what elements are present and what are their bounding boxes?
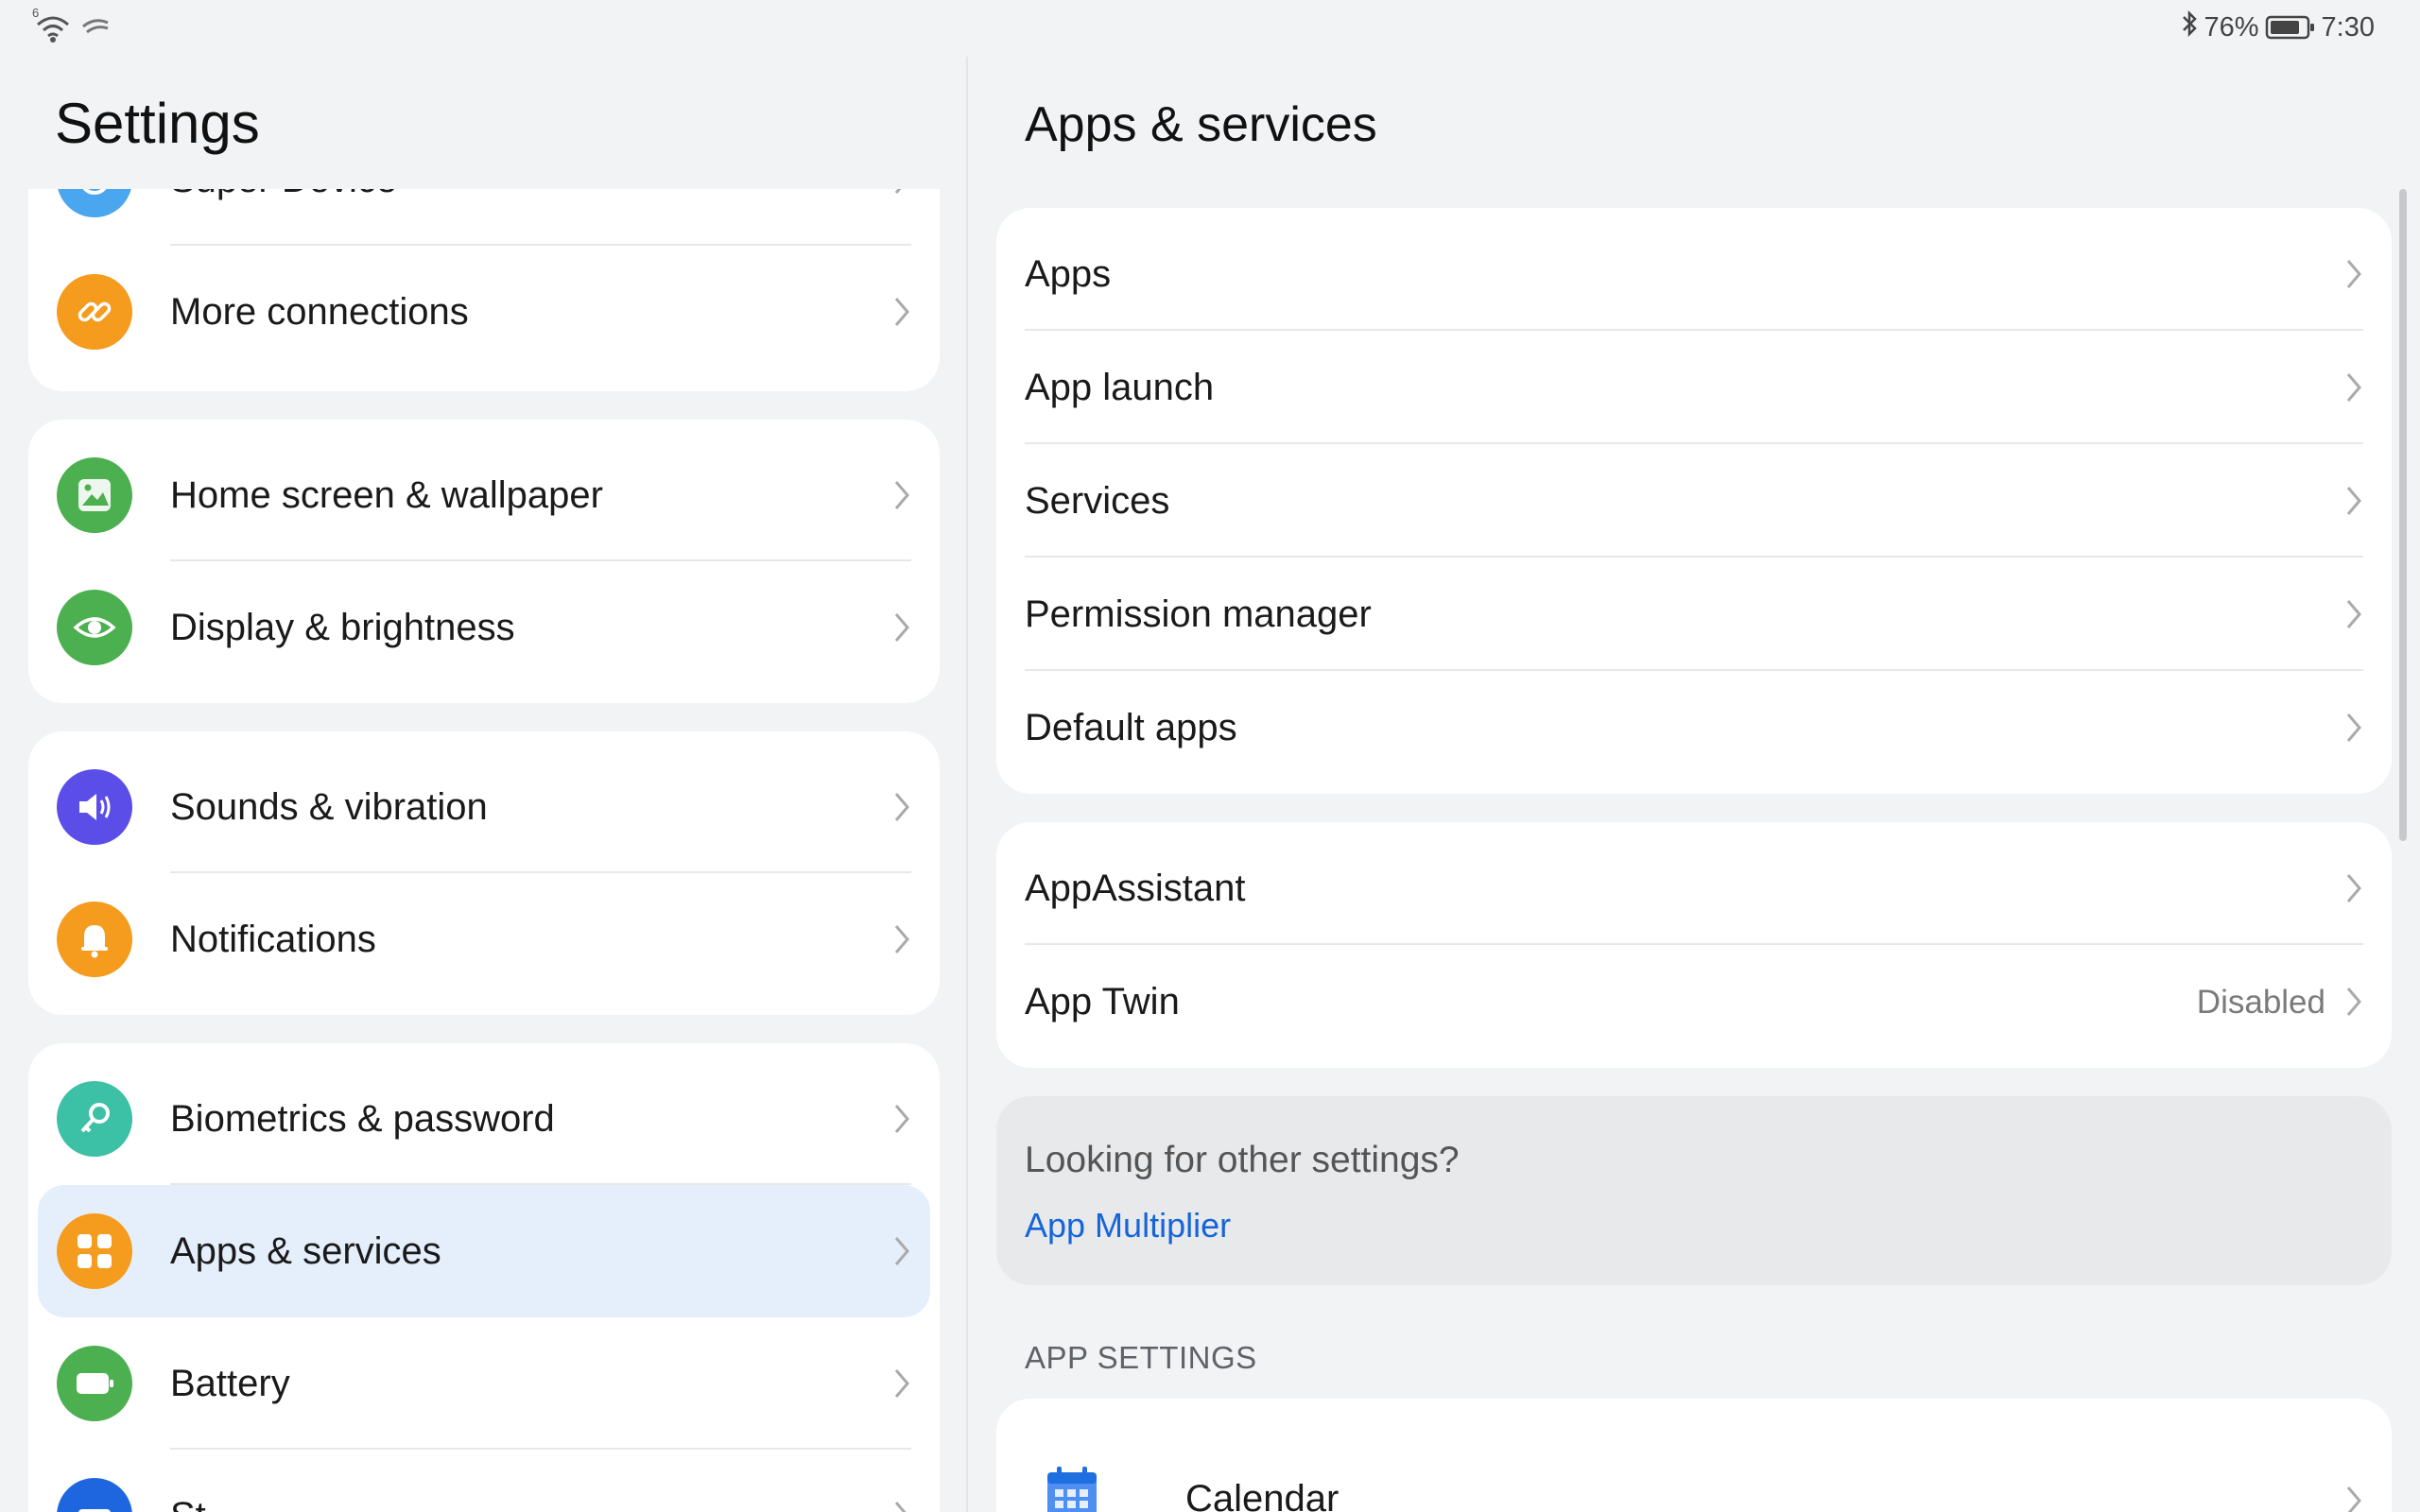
- row-label: Calendar: [1185, 1478, 1340, 1512]
- apps-services-pane: Apps & services Apps App launch Services…: [968, 57, 2420, 1512]
- eye-icon: [57, 590, 132, 665]
- speaker-icon: [57, 769, 132, 845]
- chevron-right-icon: [892, 790, 911, 829]
- app-settings-group: Calendar: [996, 1399, 2392, 1512]
- chevron-right-icon: [892, 1366, 911, 1405]
- sidebar-item-notifications[interactable]: Notifications: [28, 873, 940, 1005]
- signal-wave-icon: [81, 13, 110, 43]
- sidebar-item-label: Super Device: [170, 189, 397, 201]
- assistant-group: AppAssistant App Twin Disabled: [996, 822, 2392, 1068]
- chevron-right-icon: [892, 610, 911, 649]
- row-label: AppAssistant: [1025, 868, 1246, 909]
- sidebar-item-label: Apps & services: [170, 1230, 441, 1272]
- sidebar-item-label: More connections: [170, 291, 469, 333]
- row-label: Default apps: [1025, 707, 1237, 748]
- sidebar-item-label: Home screen & wallpaper: [170, 474, 603, 516]
- wifi-icon: 6: [32, 6, 72, 43]
- permission-manager-row[interactable]: Permission manager: [996, 558, 2392, 671]
- chevron-right-icon: [892, 1234, 911, 1273]
- other-settings-question: Looking for other settings?: [1025, 1140, 1460, 1180]
- app-launch-row[interactable]: App launch: [996, 331, 2392, 444]
- clock: 7:30: [2321, 11, 2375, 43]
- key-icon: [57, 1081, 132, 1157]
- app-twin-row[interactable]: App Twin Disabled: [996, 945, 2392, 1058]
- row-label: Permission manager: [1025, 593, 1372, 635]
- app-assistant-row[interactable]: AppAssistant: [996, 832, 2392, 945]
- storage-icon: [57, 1478, 132, 1512]
- bluetooth-icon: [2180, 9, 2199, 45]
- sidebar-item-label: Biometrics & password: [170, 1098, 555, 1140]
- apps-group: Apps App launch Services Permission mana…: [996, 208, 2392, 794]
- calendar-icon: [1044, 1465, 1100, 1512]
- scrollbar[interactable]: [2399, 189, 2407, 841]
- settings-scroll-area[interactable]: Super Device More connections Home scree…: [0, 189, 966, 1512]
- sidebar-item-label: St: [170, 1495, 206, 1512]
- chevron-right-icon: [2344, 985, 2363, 1023]
- sidebar-item-display-brightness[interactable]: Display & brightness: [28, 561, 940, 694]
- settings-list-pane: Settings Super Device More connections: [0, 57, 966, 1512]
- bell-icon: [57, 902, 132, 977]
- link-icon: [57, 274, 132, 350]
- display-group: Home screen & wallpaper Display & bright…: [28, 420, 940, 703]
- chevron-right-icon: [2344, 711, 2363, 749]
- app-settings-section-header: APP SETTINGS: [1025, 1340, 1257, 1375]
- battery-icon: [57, 1346, 132, 1421]
- sidebar-item-label: Notifications: [170, 919, 376, 960]
- page-title: Settings: [55, 92, 260, 155]
- sidebar-item-battery[interactable]: Battery: [28, 1317, 940, 1450]
- chevron-right-icon: [892, 1102, 911, 1141]
- sidebar-item-label: Sounds & vibration: [170, 786, 488, 828]
- services-row[interactable]: Services: [996, 444, 2392, 558]
- row-label: Apps: [1025, 253, 1112, 295]
- sidebar-item-home-screen-wallpaper[interactable]: Home screen & wallpaper: [28, 429, 940, 561]
- chevron-right-icon: [892, 1499, 911, 1512]
- chevron-right-icon: [2344, 597, 2363, 636]
- battery-status-icon: [2265, 14, 2316, 41]
- chevron-right-icon: [892, 189, 911, 201]
- status-bar: 6 76% 7:30: [0, 0, 2420, 57]
- chevron-right-icon: [892, 922, 911, 961]
- sidebar-item-more-connections[interactable]: More connections: [28, 246, 940, 378]
- connections-group: Super Device More connections: [28, 189, 940, 391]
- chevron-right-icon: [2344, 484, 2363, 523]
- sidebar-item-sounds-vibration[interactable]: Sounds & vibration: [28, 741, 940, 873]
- sidebar-item-super-device[interactable]: Super Device: [28, 189, 940, 246]
- default-apps-row[interactable]: Default apps: [996, 671, 2392, 784]
- chevron-right-icon: [2344, 257, 2363, 296]
- chevron-right-icon: [2344, 871, 2363, 910]
- sidebar-item-apps-services[interactable]: Apps & services: [38, 1185, 930, 1317]
- chevron-right-icon: [892, 295, 911, 334]
- battery-percent: 76%: [2204, 11, 2259, 43]
- chevron-right-icon: [2344, 370, 2363, 409]
- row-label: App launch: [1025, 367, 1215, 408]
- chevron-right-icon: [2344, 1484, 2363, 1512]
- wallpaper-icon: [57, 457, 132, 533]
- sidebar-item-storage[interactable]: St: [28, 1450, 940, 1512]
- calendar-row[interactable]: Calendar: [996, 1399, 2392, 1512]
- sidebar-item-label: Display & brightness: [170, 607, 515, 648]
- other-settings-card: Looking for other settings? App Multipli…: [996, 1096, 2392, 1285]
- wifi-badge: 6: [32, 6, 40, 20]
- row-label: App Twin: [1025, 981, 1180, 1022]
- apps-grid-icon: [57, 1213, 132, 1289]
- chevron-right-icon: [892, 478, 911, 517]
- app-twin-status: Disabled: [2196, 984, 2325, 1021]
- security-apps-group: Biometrics & password Apps & services Ba…: [28, 1043, 940, 1512]
- sidebar-item-label: Battery: [170, 1363, 290, 1404]
- super-device-icon: [57, 189, 132, 217]
- row-label: Services: [1025, 480, 1170, 522]
- detail-title: Apps & services: [1025, 97, 1377, 152]
- sound-notification-group: Sounds & vibration Notifications: [28, 731, 940, 1015]
- app-multiplier-link[interactable]: App Multiplier: [1025, 1206, 1231, 1246]
- sidebar-item-biometrics-password[interactable]: Biometrics & password: [28, 1053, 940, 1185]
- apps-row[interactable]: Apps: [996, 217, 2392, 331]
